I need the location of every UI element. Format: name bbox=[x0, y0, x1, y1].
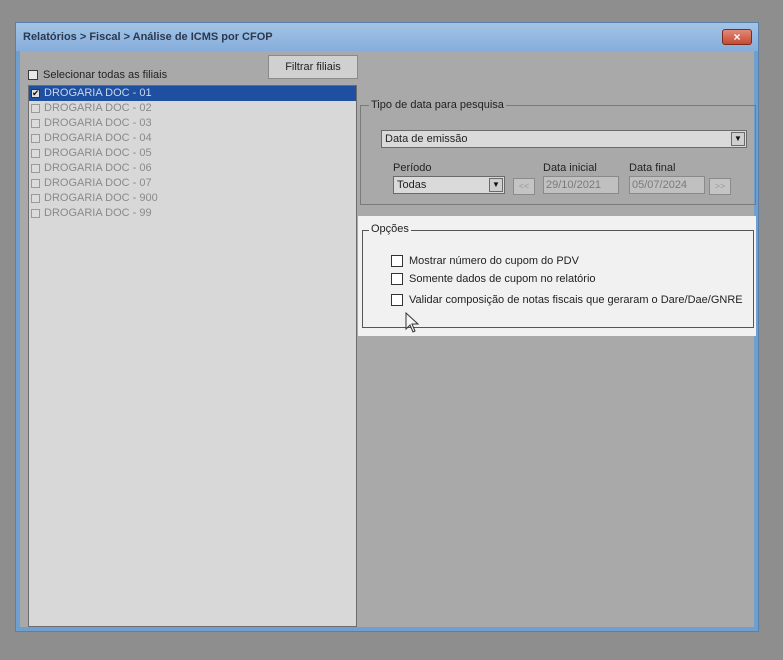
branch-label: DROGARIA DOC - 04 bbox=[44, 132, 152, 144]
branch-label: DROGARIA DOC - 99 bbox=[44, 207, 152, 219]
mouse-pointer-icon bbox=[405, 312, 420, 333]
branch-checkbox[interactable] bbox=[31, 104, 40, 113]
option-label: Mostrar número do cupom do PDV bbox=[409, 255, 579, 267]
branch-label: DROGARIA DOC - 02 bbox=[44, 102, 152, 114]
close-icon: × bbox=[733, 30, 741, 44]
start-date-field[interactable]: 29/10/2021 bbox=[543, 176, 619, 194]
select-all-branches[interactable]: Selecionar todas as filiais bbox=[28, 69, 167, 81]
branch-item[interactable]: DROGARIA DOC - 07 bbox=[29, 176, 356, 191]
date-type-value: Data de emissão bbox=[385, 133, 468, 145]
title-bar[interactable]: Relatórios > Fiscal > Análise de ICMS po… bbox=[16, 23, 758, 51]
option-label: Somente dados de cupom no relatório bbox=[409, 273, 596, 285]
option-coupon-data-only[interactable]: Somente dados de cupom no relatório bbox=[391, 273, 596, 285]
period-label: Período bbox=[393, 162, 432, 174]
window-title: Relatórios > Fiscal > Análise de ICMS po… bbox=[23, 31, 273, 43]
branch-label: DROGARIA DOC - 900 bbox=[44, 192, 158, 204]
branch-label: DROGARIA DOC - 06 bbox=[44, 162, 152, 174]
branch-label: DROGARIA DOC - 07 bbox=[44, 177, 152, 189]
branch-item[interactable]: DROGARIA DOC - 04 bbox=[29, 131, 356, 146]
option-checkbox[interactable] bbox=[391, 255, 403, 267]
branch-label: DROGARIA DOC - 01 bbox=[44, 87, 152, 99]
branch-checkbox[interactable] bbox=[31, 119, 40, 128]
report-window: Relatórios > Fiscal > Análise de ICMS po… bbox=[15, 22, 759, 632]
select-all-label: Selecionar todas as filiais bbox=[43, 69, 168, 81]
period-select[interactable]: Todas ▼ bbox=[393, 176, 505, 194]
branch-item[interactable]: ✔ DROGARIA DOC - 01 bbox=[29, 86, 356, 101]
option-checkbox[interactable] bbox=[391, 294, 403, 306]
branch-item[interactable]: DROGARIA DOC - 02 bbox=[29, 101, 356, 116]
branch-checkbox[interactable] bbox=[31, 164, 40, 173]
date-type-select[interactable]: Data de emissão ▼ bbox=[381, 130, 747, 148]
branch-label: DROGARIA DOC - 05 bbox=[44, 147, 152, 159]
branch-item[interactable]: DROGARIA DOC - 05 bbox=[29, 146, 356, 161]
option-checkbox[interactable] bbox=[391, 273, 403, 285]
end-date-field[interactable]: 05/07/2024 bbox=[629, 176, 705, 194]
branch-label: DROGARIA DOC - 03 bbox=[44, 117, 152, 129]
option-show-pdv-coupon[interactable]: Mostrar número do cupom do PDV bbox=[391, 255, 579, 267]
next-date-button[interactable]: >> bbox=[709, 178, 731, 195]
date-search-group: Tipo de data para pesquisa Data de emiss… bbox=[360, 99, 756, 205]
start-date-label: Data inicial bbox=[543, 162, 597, 174]
option-validate-invoices[interactable]: Validar composição de notas fiscais que … bbox=[391, 294, 743, 306]
branch-checkbox[interactable] bbox=[31, 134, 40, 143]
filter-branches-button[interactable]: Filtrar filiais bbox=[268, 55, 358, 79]
end-date-label: Data final bbox=[629, 162, 676, 174]
branch-checkbox[interactable] bbox=[31, 194, 40, 203]
option-label: Validar composição de notas fiscais que … bbox=[409, 294, 743, 306]
branch-panel: Selecionar todas as filiais Filtrar fili… bbox=[24, 55, 358, 627]
branch-item[interactable]: DROGARIA DOC - 99 bbox=[29, 206, 356, 221]
close-button[interactable]: × bbox=[722, 29, 752, 45]
branch-checkbox[interactable]: ✔ bbox=[31, 89, 40, 98]
client-area: Selecionar todas as filiais Filtrar fili… bbox=[20, 51, 756, 627]
branch-item[interactable]: DROGARIA DOC - 06 bbox=[29, 161, 356, 176]
branch-list[interactable]: ✔ DROGARIA DOC - 01 DROGARIA DOC - 02 DR… bbox=[28, 85, 357, 627]
branch-item[interactable]: DROGARIA DOC - 900 bbox=[29, 191, 356, 206]
previous-date-button[interactable]: << bbox=[513, 178, 535, 195]
select-all-checkbox[interactable] bbox=[28, 70, 38, 80]
chevron-down-icon[interactable]: ▼ bbox=[489, 178, 503, 192]
period-value: Todas bbox=[397, 179, 427, 191]
branch-checkbox[interactable] bbox=[31, 149, 40, 158]
branch-item[interactable]: DROGARIA DOC - 03 bbox=[29, 116, 356, 131]
date-search-legend: Tipo de data para pesquisa bbox=[369, 99, 506, 111]
chevron-down-icon[interactable]: ▼ bbox=[731, 132, 745, 146]
options-legend: Opções bbox=[369, 223, 411, 235]
branch-checkbox[interactable] bbox=[31, 179, 40, 188]
branch-checkbox[interactable] bbox=[31, 209, 40, 218]
